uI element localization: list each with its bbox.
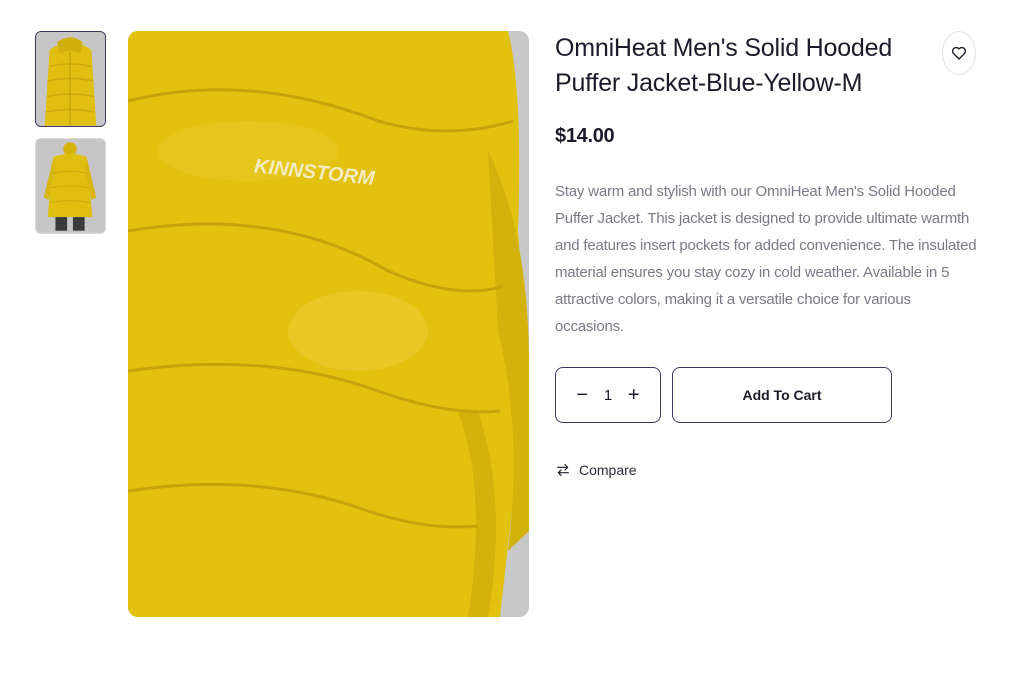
purchase-actions: − 1 + Add To Cart xyxy=(555,367,892,423)
quantity-value[interactable]: 1 xyxy=(604,387,612,404)
product-price: $14.00 xyxy=(555,125,615,147)
arrows-exchange-icon xyxy=(557,464,569,476)
heart-icon xyxy=(951,46,967,60)
quantity-increment-button[interactable]: + xyxy=(623,384,645,407)
jacket-full-thumbnail-image xyxy=(36,139,105,233)
jacket-thumbnail-image xyxy=(36,32,105,126)
compare-button[interactable]: Compare xyxy=(555,462,637,478)
jacket-closeup-image: KINNSTORM xyxy=(128,31,529,617)
thumbnail-gallery xyxy=(35,31,106,245)
product-description: Stay warm and stylish with our OmniHeat … xyxy=(555,183,977,335)
wishlist-button[interactable] xyxy=(942,31,976,75)
thumbnail-1[interactable] xyxy=(35,31,106,127)
product-info: OmniHeat Men's Solid Hooded Puffer Jacke… xyxy=(555,31,980,340)
quantity-stepper: − 1 + xyxy=(555,367,661,423)
compare-label: Compare xyxy=(579,462,637,478)
product-title: OmniHeat Men's Solid Hooded Puffer Jacke… xyxy=(555,34,893,97)
product-main-image: KINNSTORM xyxy=(128,31,529,617)
quantity-decrement-button[interactable]: − xyxy=(571,384,593,407)
thumbnail-2[interactable] xyxy=(35,138,106,234)
add-to-cart-button[interactable]: Add To Cart xyxy=(672,367,892,423)
